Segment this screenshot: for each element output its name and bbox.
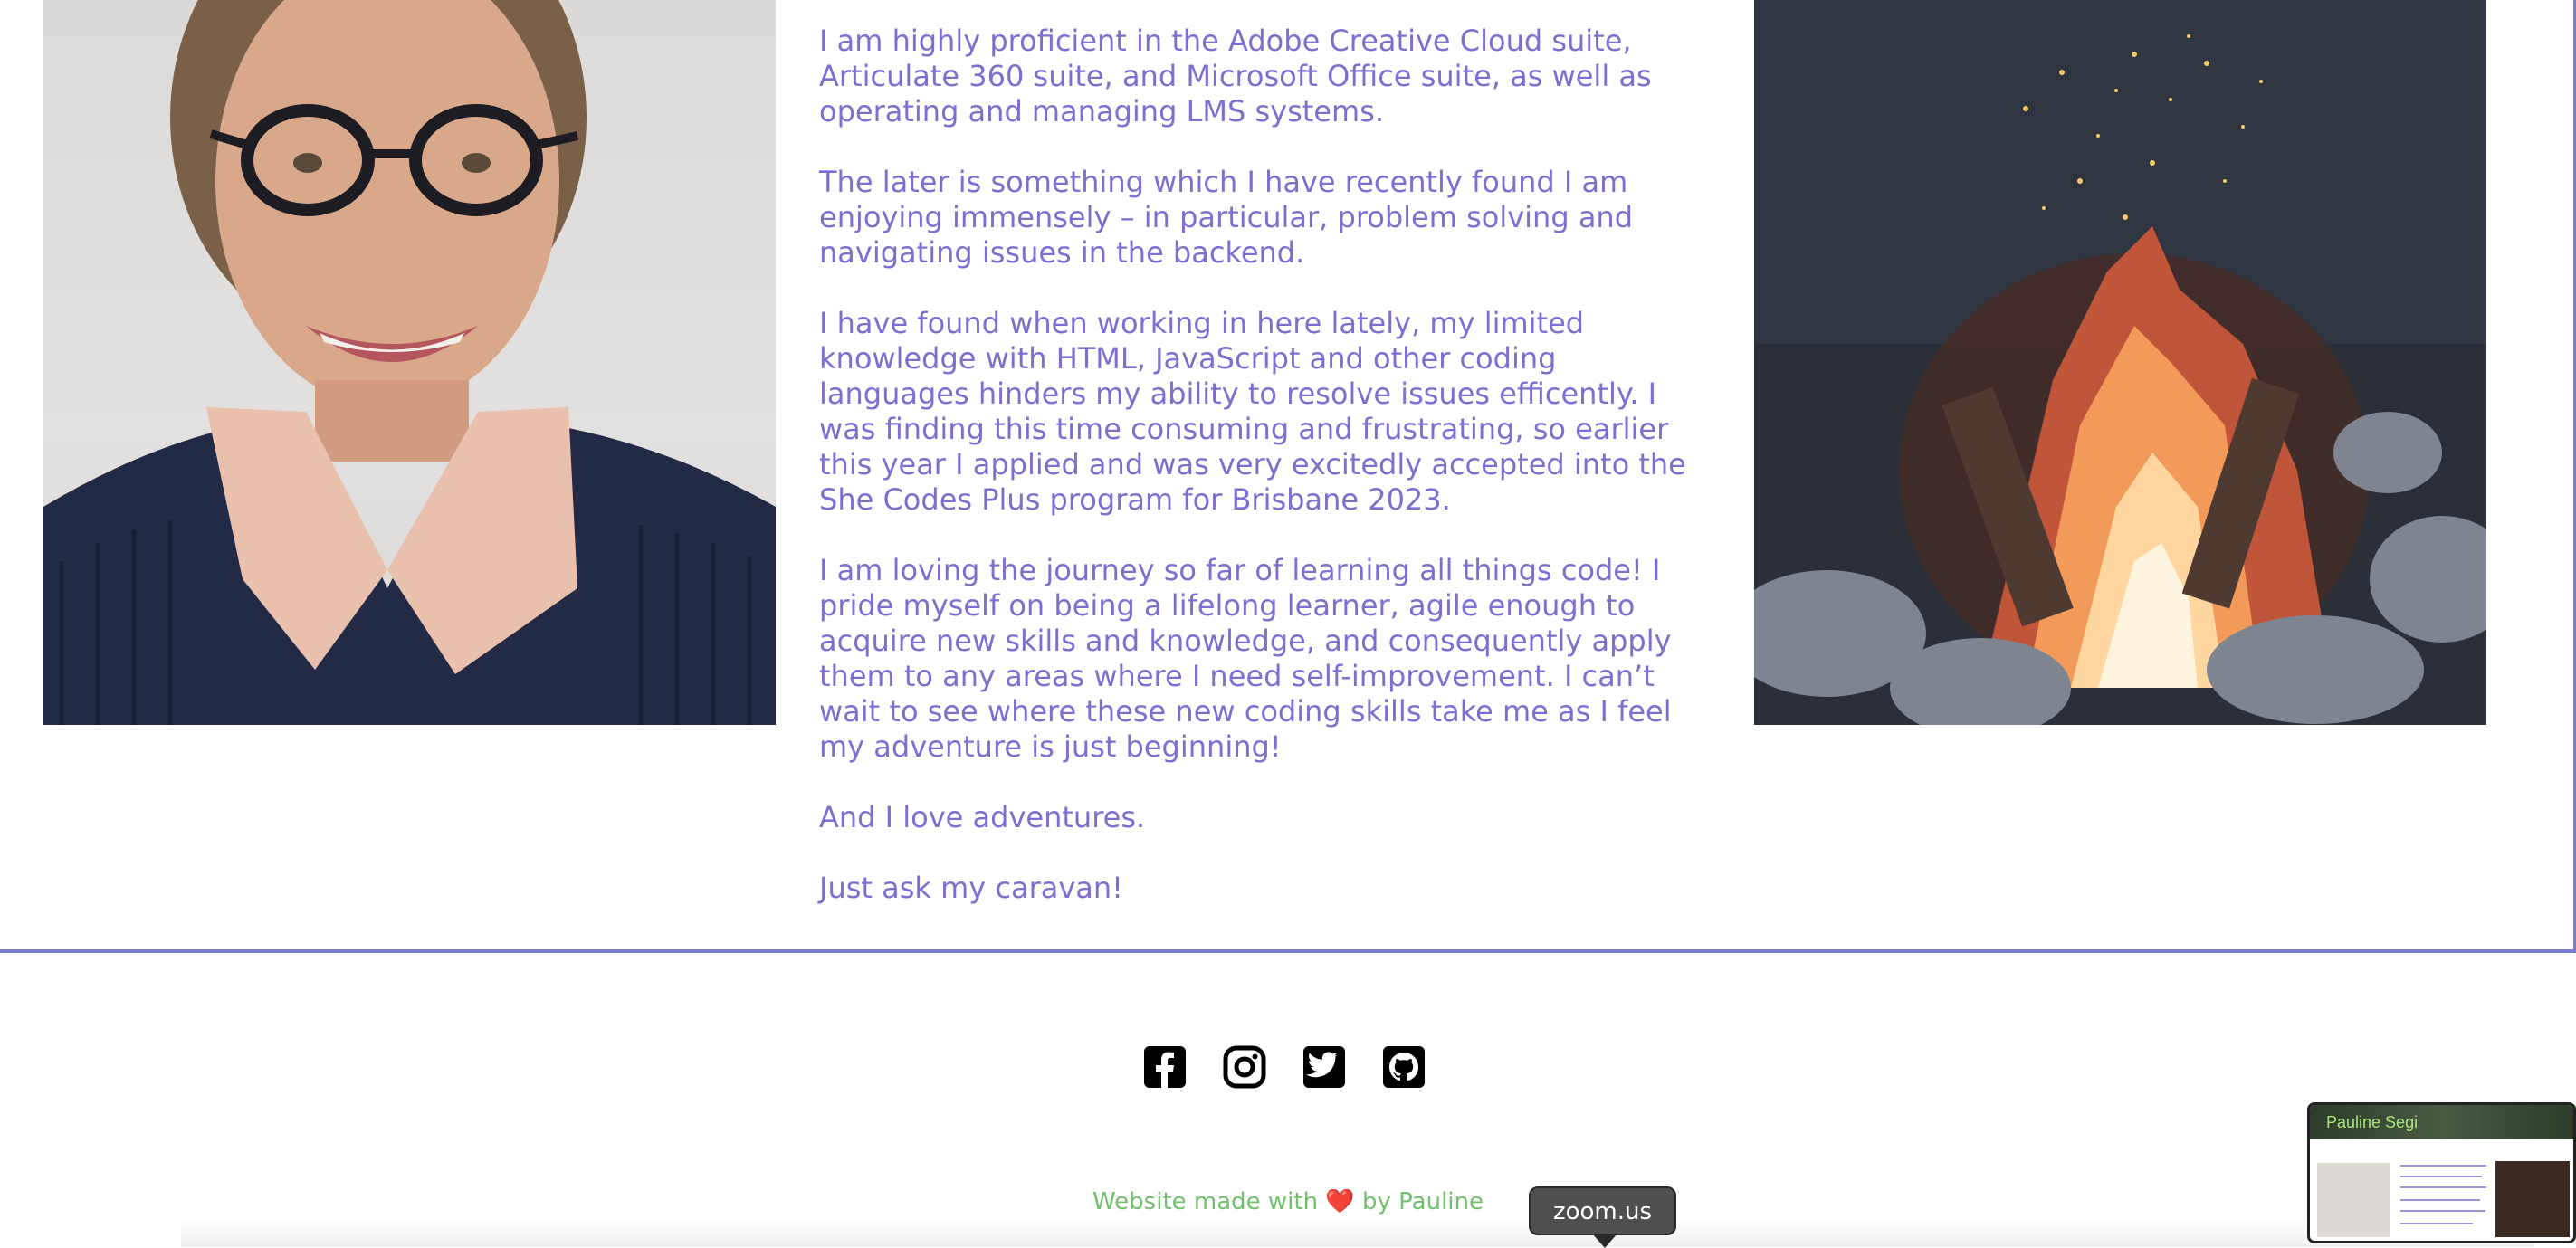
thumbnail-text-line: [2400, 1199, 2480, 1201]
bio-paragraph: The later is something which I have rece…: [819, 165, 1634, 270]
instagram-icon[interactable]: [1222, 1044, 1267, 1090]
thumbnail-campfire: [2495, 1161, 2570, 1237]
bio-paragraph: I am loving the journey so far of learni…: [819, 553, 1672, 764]
twitter-icon[interactable]: [1302, 1044, 1347, 1090]
thumbnail-header: Pauline Segi: [2310, 1105, 2573, 1139]
campfire-photo: [1754, 0, 2486, 725]
about-section: I am highly proficient in the Adobe Crea…: [0, 0, 2576, 953]
thumbnail-portrait: [2317, 1163, 2390, 1237]
footer-credit-suffix: by Pauline: [1362, 1188, 1484, 1215]
portrait-photo: [43, 0, 776, 725]
github-icon[interactable]: [1381, 1044, 1426, 1090]
bio-paragraph: Just ask my caravan!: [819, 871, 1123, 905]
footer-credit: Website made with ❤️ by Pauline: [0, 1188, 2576, 1215]
thumbnail-text-line: [2400, 1176, 2482, 1177]
tooltip-arrow: [1592, 1234, 1617, 1248]
thumbnail-text-line: [2400, 1186, 2486, 1188]
bio-text: I am highly proficient in the Adobe Crea…: [819, 24, 1715, 941]
social-links: [1142, 1044, 1426, 1090]
thumbnail-title: Pauline Segi: [2326, 1113, 2419, 1131]
window-thumbnail[interactable]: Pauline Segi: [2307, 1102, 2576, 1243]
footer-credit-prefix: Website made with: [1092, 1188, 1319, 1215]
dock-tooltip-label: zoom.us: [1552, 1198, 1653, 1225]
dock-shadow: [181, 1217, 2534, 1247]
facebook-icon[interactable]: [1142, 1044, 1188, 1090]
thumbnail-text-line: [2400, 1165, 2486, 1167]
thumbnail-text-line: [2400, 1210, 2485, 1212]
bio-paragraph: And I love adventures.: [819, 800, 1146, 834]
bio-paragraph: I have found when working in here lately…: [819, 306, 1686, 517]
thumbnail-body: [2310, 1139, 2573, 1241]
dock-tooltip: zoom.us: [1529, 1186, 1676, 1248]
thumbnail-text-line: [2400, 1223, 2473, 1224]
bio-paragraph: I am highly proficient in the Adobe Crea…: [819, 24, 1652, 129]
heart-icon: ❤️: [1325, 1188, 1355, 1215]
